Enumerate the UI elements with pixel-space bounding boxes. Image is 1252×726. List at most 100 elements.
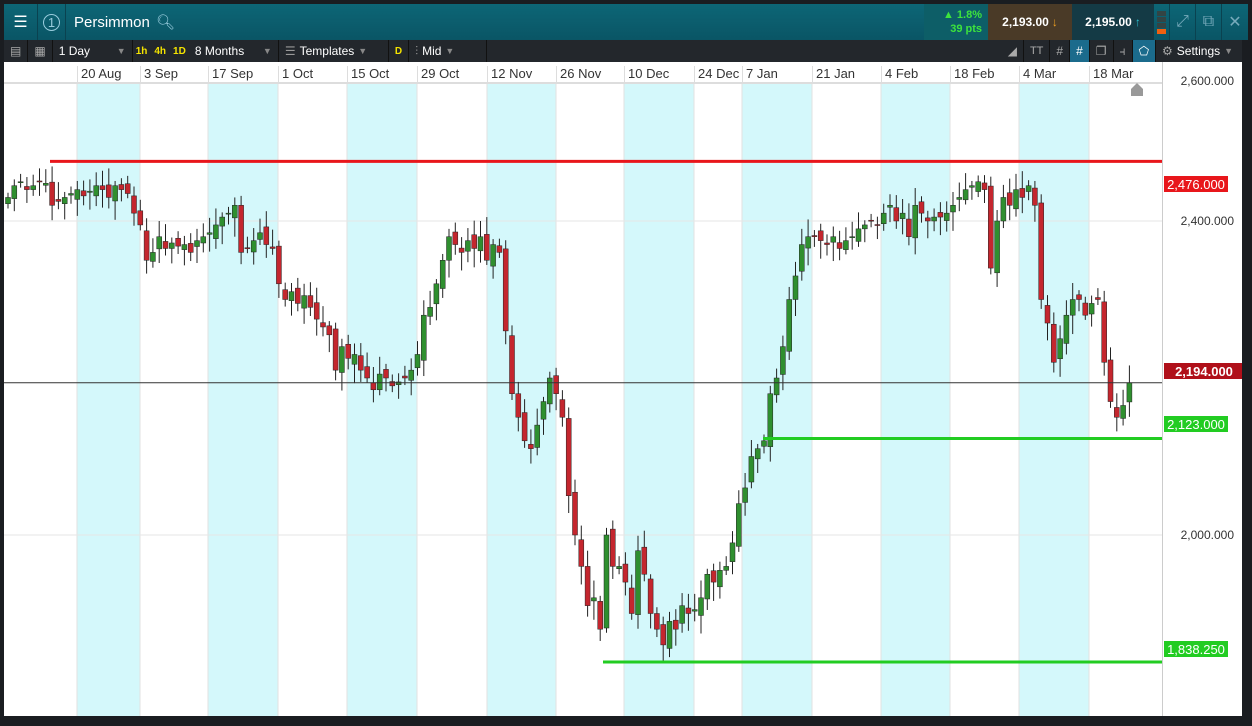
candle-body xyxy=(937,212,944,218)
candle-body xyxy=(427,307,433,317)
candle-body xyxy=(786,299,792,352)
candle-body xyxy=(446,236,452,261)
candle-body xyxy=(717,570,723,588)
candle-body xyxy=(74,189,81,200)
candle-body xyxy=(295,287,301,304)
candle-body xyxy=(313,302,320,320)
candle-body xyxy=(547,377,553,405)
candle-body xyxy=(723,566,729,571)
time-band xyxy=(881,84,950,716)
candle-body xyxy=(250,240,257,253)
candle-body xyxy=(452,231,459,245)
candle-body xyxy=(339,346,345,373)
candle-body xyxy=(748,456,755,483)
candle-body xyxy=(698,597,704,616)
time-band xyxy=(208,84,278,716)
candle-body xyxy=(1038,202,1044,300)
candle-body xyxy=(502,248,509,332)
time-band xyxy=(347,84,417,716)
candle-body xyxy=(169,242,175,249)
candle-body xyxy=(61,197,68,204)
candle-body xyxy=(578,539,585,567)
candle-body xyxy=(843,240,849,250)
candle-body xyxy=(736,503,742,547)
candle-body xyxy=(175,238,181,247)
candle-body xyxy=(1114,407,1120,418)
candle-body xyxy=(257,232,263,240)
candle-body xyxy=(376,373,383,391)
candle-body xyxy=(370,382,377,391)
candle-body xyxy=(68,193,74,196)
candle-body xyxy=(975,181,981,192)
candle-body xyxy=(30,185,36,190)
candle-body xyxy=(817,230,824,241)
candle-body xyxy=(754,448,761,460)
candle-body xyxy=(660,624,666,646)
candle-body xyxy=(874,224,881,226)
candle-body xyxy=(862,224,868,230)
candle-body xyxy=(36,180,43,183)
candle-body xyxy=(729,542,736,562)
candle-body xyxy=(1069,299,1076,316)
candle-body xyxy=(1126,382,1133,403)
candle-body xyxy=(918,201,925,214)
candle-body xyxy=(1006,192,1013,206)
candle-body xyxy=(799,244,805,272)
candle-body xyxy=(994,220,1000,274)
candle-body xyxy=(206,232,213,235)
candle-body xyxy=(137,210,144,226)
candle-body xyxy=(408,369,414,381)
candle-body xyxy=(1013,189,1019,210)
candle-body xyxy=(225,212,232,215)
candle-body xyxy=(742,487,748,503)
candle-body xyxy=(87,190,93,193)
candle-body xyxy=(1088,303,1095,315)
candle-body xyxy=(773,377,780,396)
candle-body xyxy=(263,226,270,245)
candle-body xyxy=(1025,185,1032,192)
candle-body xyxy=(956,197,963,200)
candle-body xyxy=(509,335,515,394)
candle-body xyxy=(610,528,616,567)
candle-body xyxy=(118,184,125,190)
candle-body xyxy=(131,195,137,214)
candle-body xyxy=(515,393,522,418)
candle-body xyxy=(943,212,950,221)
candle-body xyxy=(691,609,698,612)
candle-body xyxy=(1076,294,1082,300)
candle-body xyxy=(647,578,654,614)
candle-body xyxy=(282,289,288,300)
candle-body xyxy=(1095,297,1101,300)
candle-body xyxy=(490,244,496,267)
candle-body xyxy=(868,219,874,222)
resistance-price-tag: 2,476.000 xyxy=(1163,175,1229,193)
candle-body xyxy=(899,212,906,219)
candle-body xyxy=(439,260,446,289)
candle-body xyxy=(364,366,370,379)
candle-body xyxy=(213,224,219,239)
candle-body xyxy=(1107,359,1114,402)
candle-body xyxy=(925,217,931,222)
time-band xyxy=(487,84,556,716)
candle-body xyxy=(780,346,786,375)
candle-body xyxy=(49,181,55,206)
candlestick-plot xyxy=(4,83,1162,716)
candle-body xyxy=(1000,197,1007,222)
candle-body xyxy=(1044,305,1051,324)
candle-body xyxy=(477,236,484,252)
candle-body xyxy=(402,375,408,379)
candle-body xyxy=(156,236,162,250)
candle-body xyxy=(162,241,169,249)
candle-body xyxy=(1101,301,1107,363)
candle-body xyxy=(893,207,900,222)
candle-body xyxy=(836,242,843,249)
candle-body xyxy=(981,182,988,190)
candle-body xyxy=(1120,405,1126,419)
candle-body xyxy=(1082,302,1089,316)
candle-body xyxy=(124,183,131,194)
scroll-home-icon xyxy=(1131,83,1143,96)
candle-body xyxy=(710,570,717,583)
candle-body xyxy=(553,375,559,394)
candle-body xyxy=(301,295,307,309)
candle-body xyxy=(106,184,112,198)
